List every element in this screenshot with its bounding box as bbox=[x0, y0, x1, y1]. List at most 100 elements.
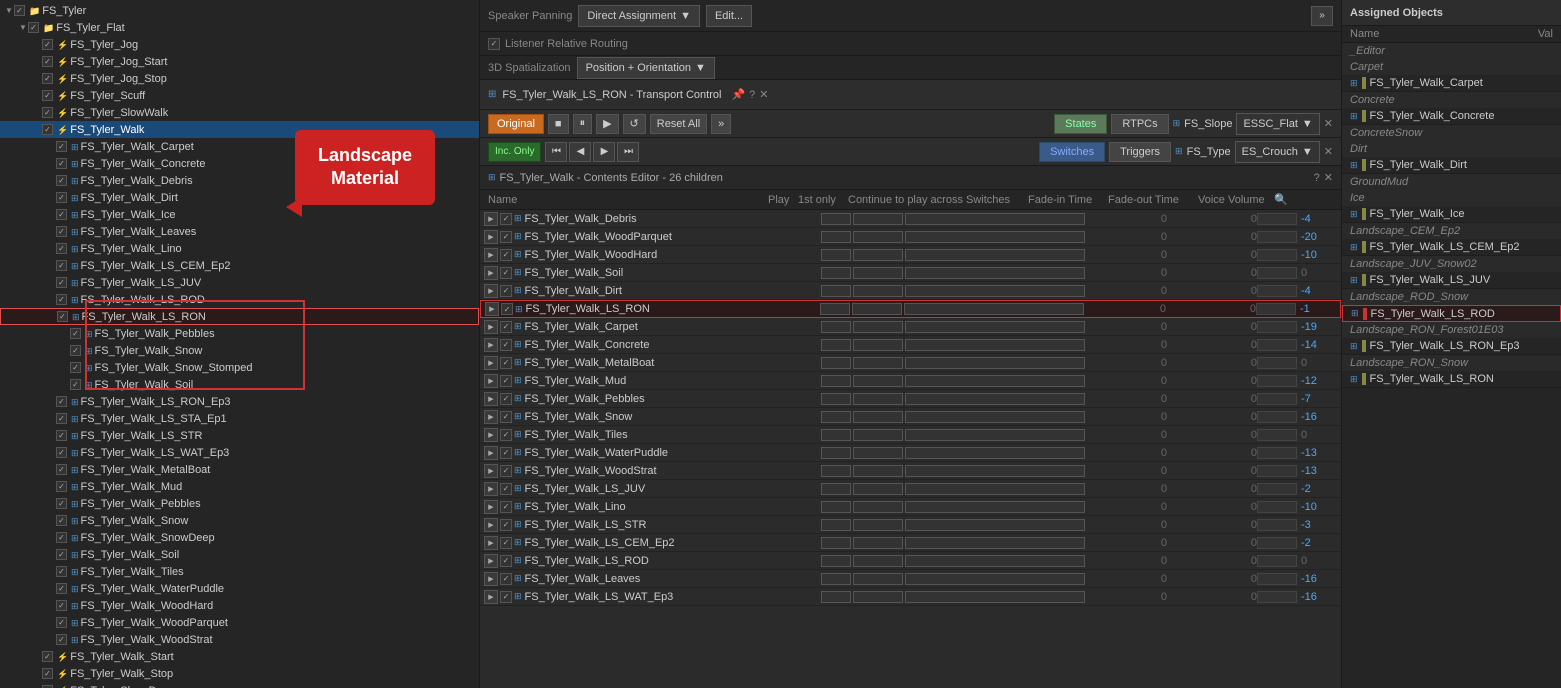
tree-item-fs_tyler_walk_ls_ron_ep3[interactable]: ⊞FS_Tyler_Walk_LS_RON_Ep3 bbox=[0, 393, 479, 410]
volume-slider[interactable] bbox=[1257, 249, 1297, 261]
tree-checkbox[interactable] bbox=[42, 107, 53, 118]
listener-relative-check[interactable]: Listener Relative Routing bbox=[488, 38, 628, 50]
right-list-item[interactable]: ⊞FS_Tyler_Walk_Ice bbox=[1342, 206, 1561, 223]
row-play-button[interactable]: ▶ bbox=[485, 302, 499, 316]
tree-checkbox[interactable] bbox=[56, 634, 67, 645]
play-checkbox[interactable] bbox=[820, 303, 850, 315]
tree-checkbox[interactable] bbox=[56, 175, 67, 186]
continue-checkbox[interactable] bbox=[905, 447, 1085, 459]
close-switches-icon[interactable]: ✕ bbox=[1324, 145, 1333, 158]
position-orientation-dropdown[interactable]: Position + Orientation ▼ bbox=[577, 57, 715, 79]
first-only-checkbox[interactable] bbox=[853, 285, 903, 297]
tree-item-fs_tyler_walk_soil2[interactable]: ⊞FS_Tyler_Walk_Soil bbox=[0, 546, 479, 563]
row-checkbox[interactable] bbox=[500, 339, 512, 351]
close-states-icon[interactable]: ✕ bbox=[1324, 117, 1333, 130]
row-checkbox[interactable] bbox=[500, 393, 512, 405]
row-checkbox[interactable] bbox=[500, 411, 512, 423]
table-row[interactable]: ▶⊞FS_Tyler_Walk_Soil000 bbox=[480, 264, 1341, 282]
row-checkbox[interactable] bbox=[500, 231, 512, 243]
tree-item-fs_tyler_walk_woodstrat[interactable]: ⊞FS_Tyler_Walk_WoodStrat bbox=[0, 631, 479, 648]
table-row[interactable]: ▶⊞FS_Tyler_Walk_WoodStrat00-13 bbox=[480, 462, 1341, 480]
row-checkbox[interactable] bbox=[500, 483, 512, 495]
table-row[interactable]: ▶⊞FS_Tyler_Walk_WoodParquet00-20 bbox=[480, 228, 1341, 246]
tree-item-fs_tyler_walk_leaves[interactable]: ⊞FS_Tyler_Walk_Leaves bbox=[0, 223, 479, 240]
continue-checkbox[interactable] bbox=[905, 321, 1085, 333]
rewind-btn[interactable]: ⏮ bbox=[545, 142, 567, 162]
continue-checkbox[interactable] bbox=[905, 411, 1085, 423]
table-row[interactable]: ▶⊞FS_Tyler_Walk_LS_WAT_Ep300-16 bbox=[480, 588, 1341, 606]
continue-checkbox[interactable] bbox=[905, 555, 1085, 567]
continue-checkbox[interactable] bbox=[905, 591, 1085, 603]
tree-checkbox[interactable] bbox=[56, 549, 67, 560]
tree-container[interactable]: ▼📁FS_Tyler▼📁FS_Tyler_Flat ⚡FS_Tyler_Jog … bbox=[0, 0, 479, 688]
first-only-checkbox[interactable] bbox=[852, 303, 902, 315]
tree-checkbox[interactable] bbox=[56, 464, 67, 475]
play-checkbox[interactable] bbox=[821, 249, 851, 261]
inc-only-button[interactable]: Inc. Only bbox=[488, 142, 541, 162]
table-row[interactable]: ▶⊞FS_Tyler_Walk_Pebbles00-7 bbox=[480, 390, 1341, 408]
continue-checkbox[interactable] bbox=[905, 231, 1085, 243]
help-contents-icon[interactable]: ? bbox=[1314, 172, 1320, 184]
volume-slider[interactable] bbox=[1257, 321, 1297, 333]
first-only-checkbox[interactable] bbox=[853, 375, 903, 387]
contents-table[interactable]: ▶⊞FS_Tyler_Walk_Debris00-4▶⊞FS_Tyler_Wal… bbox=[480, 210, 1341, 688]
volume-slider[interactable] bbox=[1257, 555, 1297, 567]
tree-item-fs_tyler_slopedown[interactable]: ⚡FS_Tyler_SlopeDown bbox=[0, 682, 479, 688]
right-list-item[interactable]: ⊞FS_Tyler_Walk_LS_RON bbox=[1342, 371, 1561, 388]
tree-checkbox[interactable] bbox=[56, 243, 67, 254]
table-row[interactable]: ▶⊞FS_Tyler_Walk_LS_CEM_Ep200-2 bbox=[480, 534, 1341, 552]
row-checkbox[interactable] bbox=[500, 267, 512, 279]
tree-checkbox[interactable] bbox=[42, 651, 53, 662]
tree-item-fs_tyler_walk_stop[interactable]: ⚡FS_Tyler_Walk_Stop bbox=[0, 665, 479, 682]
tree-checkbox[interactable] bbox=[14, 5, 25, 16]
tree-item-fs_tyler_walk_ls_wat_ep3[interactable]: ⊞FS_Tyler_Walk_LS_WAT_Ep3 bbox=[0, 444, 479, 461]
tree-item-fs_tyler_walk_ls_sta_ep1[interactable]: ⊞FS_Tyler_Walk_LS_STA_Ep1 bbox=[0, 410, 479, 427]
volume-slider[interactable] bbox=[1257, 501, 1297, 513]
play-checkbox[interactable] bbox=[821, 393, 851, 405]
volume-slider[interactable] bbox=[1257, 231, 1297, 243]
continue-checkbox[interactable] bbox=[904, 303, 1084, 315]
play-checkbox[interactable] bbox=[821, 519, 851, 531]
volume-slider[interactable] bbox=[1257, 483, 1297, 495]
row-checkbox[interactable] bbox=[500, 285, 512, 297]
tree-checkbox[interactable] bbox=[56, 430, 67, 441]
play-checkbox[interactable] bbox=[821, 573, 851, 585]
direct-assignment-dropdown[interactable]: Direct Assignment ▼ bbox=[578, 5, 700, 27]
volume-slider[interactable] bbox=[1257, 447, 1297, 459]
tree-item-fs_tyler_walk_ls_juv[interactable]: ⊞FS_Tyler_Walk_LS_JUV bbox=[0, 274, 479, 291]
row-checkbox[interactable] bbox=[500, 429, 512, 441]
table-row[interactable]: ▶⊞FS_Tyler_Walk_LS_RON00-1 bbox=[480, 300, 1341, 318]
play-checkbox[interactable] bbox=[821, 447, 851, 459]
switches-tab[interactable]: Switches bbox=[1039, 142, 1105, 162]
tree-item-fs_tyler_flat[interactable]: ▼📁FS_Tyler_Flat bbox=[0, 19, 479, 36]
row-checkbox[interactable] bbox=[500, 447, 512, 459]
first-only-checkbox[interactable] bbox=[853, 429, 903, 441]
first-only-checkbox[interactable] bbox=[853, 537, 903, 549]
first-only-checkbox[interactable] bbox=[853, 483, 903, 495]
tree-item-fs_tyler_walk_ls_rod[interactable]: ⊞FS_Tyler_Walk_LS_ROD bbox=[0, 291, 479, 308]
tree-checkbox[interactable] bbox=[56, 583, 67, 594]
search-icon[interactable]: 🔍 bbox=[1274, 193, 1294, 206]
volume-slider[interactable] bbox=[1257, 339, 1297, 351]
row-play-button[interactable]: ▶ bbox=[484, 590, 498, 604]
volume-slider[interactable] bbox=[1257, 357, 1297, 369]
right-list[interactable]: _EditorCarpet⊞FS_Tyler_Walk_CarpetConcre… bbox=[1342, 43, 1561, 688]
tree-item-fs_tyler_walk_snow_stomped[interactable]: ⊞FS_Tyler_Walk_Snow_Stomped bbox=[0, 359, 479, 376]
tree-checkbox[interactable] bbox=[56, 260, 67, 271]
first-only-checkbox[interactable] bbox=[853, 321, 903, 333]
tree-checkbox[interactable] bbox=[70, 362, 81, 373]
right-list-item[interactable]: ⊞FS_Tyler_Walk_Concrete bbox=[1342, 108, 1561, 125]
row-play-button[interactable]: ▶ bbox=[484, 482, 498, 496]
volume-slider[interactable] bbox=[1257, 213, 1297, 225]
tree-checkbox[interactable] bbox=[42, 73, 53, 84]
pin-icon[interactable]: 📌 bbox=[731, 88, 745, 101]
tree-checkbox[interactable] bbox=[57, 311, 68, 322]
first-only-checkbox[interactable] bbox=[853, 339, 903, 351]
row-play-button[interactable]: ▶ bbox=[484, 428, 498, 442]
tree-checkbox[interactable] bbox=[56, 141, 67, 152]
tree-item-fs_tyler_walk_snow2[interactable]: ⊞FS_Tyler_Walk_Snow bbox=[0, 512, 479, 529]
tree-item-fs_tyler_walk_woodparquet[interactable]: ⊞FS_Tyler_Walk_WoodParquet bbox=[0, 614, 479, 631]
play-checkbox[interactable] bbox=[821, 591, 851, 603]
tree-item-fs_tyler_walk_start[interactable]: ⚡FS_Tyler_Walk_Start bbox=[0, 648, 479, 665]
tree-checkbox[interactable] bbox=[56, 481, 67, 492]
